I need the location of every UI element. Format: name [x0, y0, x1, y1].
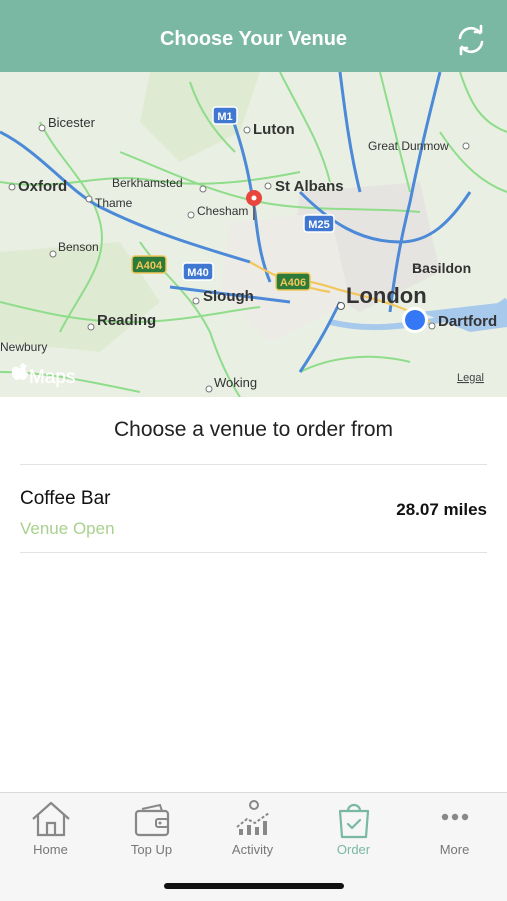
place-st-albans: St Albans [275, 178, 344, 195]
venue-name: Coffee Bar [20, 488, 111, 509]
tab-home-label: Home [33, 842, 68, 857]
divider [20, 552, 487, 553]
place-london: London [346, 283, 427, 308]
page-title: Choose Your Venue [159, 28, 348, 50]
place-dartford: Dartford [438, 313, 497, 330]
app-header: Choose Your Venue [0, 0, 507, 72]
tab-more[interactable]: More [404, 799, 505, 869]
venue-map[interactable]: M1 M25 A404 M40 A406 Bicester Luton Grea… [0, 72, 507, 397]
place-berkhamsted: Berkhamsted [112, 176, 183, 190]
road-label-a406: A406 [280, 277, 306, 289]
legal-link[interactable]: Legal [457, 372, 484, 384]
place-slough: Slough [203, 288, 254, 305]
road-label-m40: M40 [187, 267, 208, 279]
venue-distance: 28.07 miles [396, 500, 487, 519]
tab-order[interactable]: Order [303, 799, 404, 869]
home-icon [31, 801, 70, 837]
place-reading: Reading [97, 312, 156, 329]
place-newbury: Newbury [0, 340, 47, 354]
tab-home[interactable]: Home [0, 799, 101, 869]
place-thame: Thame [95, 196, 133, 210]
place-chesham: Chesham [197, 204, 248, 218]
tab-activity[interactable]: Activity [202, 799, 303, 869]
road-label-m1: M1 [217, 111, 232, 123]
place-oxford: Oxford [18, 178, 67, 195]
tab-top-up[interactable]: Top Up [101, 799, 202, 869]
place-woking: Woking [214, 375, 257, 390]
venue-status: Venue Open [20, 519, 115, 538]
home-indicator[interactable] [164, 883, 344, 889]
tab-order-label: Order [336, 842, 371, 857]
refresh-icon[interactable] [453, 22, 489, 58]
shopping-bag-icon [338, 803, 369, 839]
tab-top-up-label: Top Up [130, 842, 173, 857]
tab-activity-label: Activity [231, 842, 274, 857]
place-benson: Benson [58, 240, 99, 254]
section-title: Choose a venue to order from [114, 418, 393, 441]
venue-list-item[interactable]: Coffee Bar Venue Open 28.07 miles [0, 466, 507, 552]
activity-chart-icon [235, 800, 270, 835]
more-dots-icon [441, 813, 468, 821]
place-luton: Luton [253, 121, 295, 138]
place-great-dunmow: Great Dunmow [368, 139, 449, 153]
wallet-icon [134, 803, 169, 837]
place-bicester: Bicester [48, 115, 96, 130]
refresh-button[interactable] [453, 22, 489, 58]
place-basildon: Basildon [412, 260, 471, 276]
divider [20, 464, 487, 465]
maps-label: Maps [29, 367, 75, 388]
road-label-a404: A404 [136, 260, 163, 272]
road-label-m25: M25 [308, 219, 329, 231]
tab-more-label: More [439, 842, 470, 857]
